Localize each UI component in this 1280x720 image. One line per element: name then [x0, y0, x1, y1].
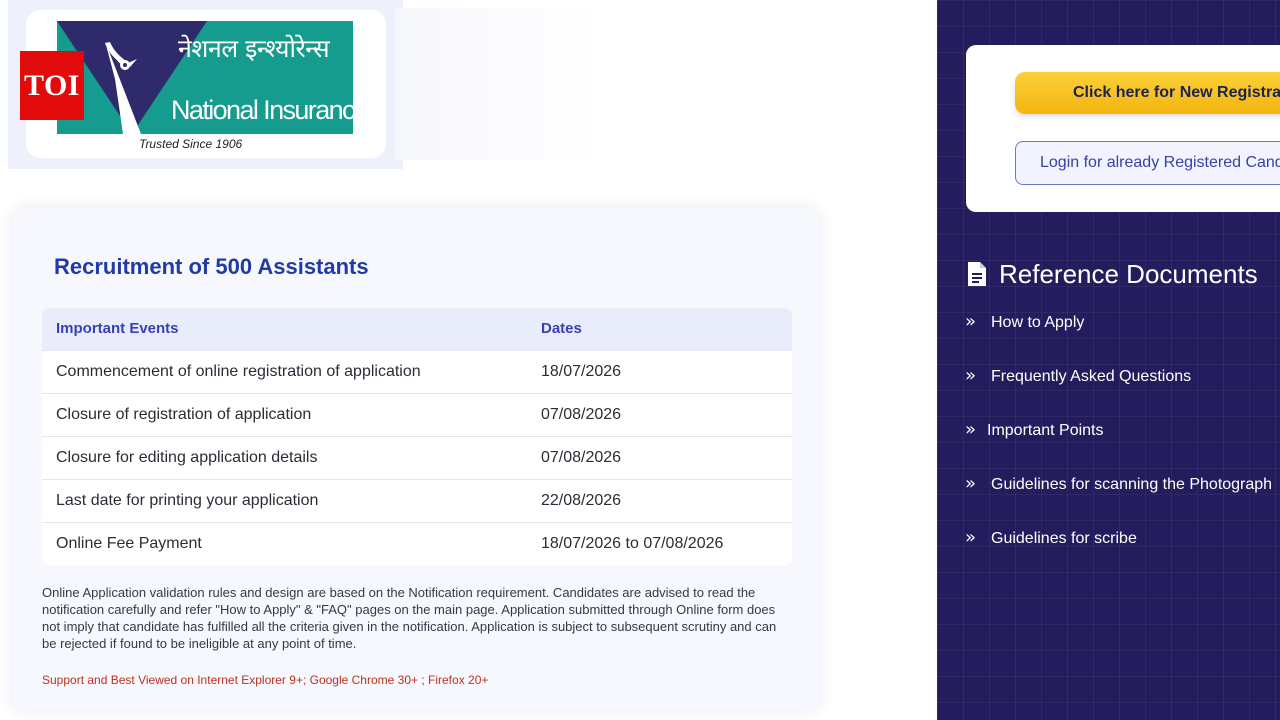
date-cell: 22/08/2026 — [527, 478, 792, 522]
reference-heading-text: Reference Documents — [999, 258, 1258, 289]
table-row: Last date for printing your application … — [42, 478, 792, 522]
reference-link-label: Guidelines for scribe — [991, 530, 1137, 547]
reference-link-scribe-guidelines[interactable]: » Guidelines for scribe — [965, 528, 1272, 582]
reference-link-faq[interactable]: » Frequently Asked Questions — [965, 366, 1272, 420]
double-chevron-right-icon: » — [965, 473, 977, 494]
table-row: Closure for editing application details … — [42, 435, 792, 479]
registration-card: Click here for New Registration Login fo… — [966, 45, 1280, 212]
column-header-dates: Dates — [527, 308, 792, 350]
table-row: Online Fee Payment 18/07/2026 to 07/08/2… — [42, 521, 792, 565]
reference-link-label: How to Apply — [991, 314, 1085, 331]
event-cell: Commencement of online registration of a… — [42, 349, 527, 393]
double-chevron-right-icon: » — [965, 527, 977, 548]
toi-badge: TOI — [20, 51, 84, 120]
double-chevron-right-icon: » — [965, 311, 977, 332]
national-insurance-logo: नेशनल इन्श्योरेन्स National Insurance — [57, 21, 353, 134]
important-events-table: Important Events Dates Commencement of o… — [42, 308, 792, 565]
browser-support-note: Support and Best Viewed on Internet Expl… — [42, 673, 489, 687]
table-row: Commencement of online registration of a… — [42, 349, 792, 393]
reference-link-how-to-apply[interactable]: » How to Apply — [965, 312, 1272, 366]
date-cell: 07/08/2026 — [527, 435, 792, 479]
date-cell: 07/08/2026 — [527, 392, 792, 436]
logo-english-name: National Insurance — [171, 95, 353, 125]
recruitment-card: Recruitment of 500 Assistants Important … — [12, 208, 820, 711]
table-header-row: Important Events Dates — [42, 308, 792, 350]
event-cell: Closure of registration of application — [42, 392, 527, 436]
double-chevron-right-icon: » — [965, 365, 977, 386]
table-row: Closure of registration of application 0… — [42, 392, 792, 436]
reference-documents-heading: Reference Documents — [967, 258, 1258, 290]
reference-links: » How to Apply » Frequently Asked Questi… — [965, 312, 1272, 582]
column-header-events: Important Events — [42, 308, 527, 350]
reference-link-label: Guidelines for scanning the Photograph — [991, 476, 1273, 493]
new-registration-button[interactable]: Click here for New Registration — [1015, 72, 1280, 114]
date-cell: 18/07/2026 — [527, 349, 792, 393]
double-chevron-right-icon: » — [965, 419, 977, 440]
page-title: Recruitment of 500 Assistants — [54, 254, 369, 279]
reference-link-label: Frequently Asked Questions — [991, 368, 1192, 385]
date-cell: 18/07/2026 to 07/08/2026 — [527, 521, 792, 565]
logo-tagline: Trusted Since 1906 — [139, 137, 243, 151]
event-cell: Last date for printing your application — [42, 478, 527, 522]
reference-link-label: Important Points — [987, 422, 1104, 439]
login-button[interactable]: Login for already Registered Candidates — [1015, 141, 1280, 185]
right-sidebar: Click here for New Registration Login fo… — [937, 0, 1280, 720]
logo-fade — [395, 8, 600, 160]
event-cell: Closure for editing application details — [42, 435, 527, 479]
reference-link-photo-guidelines[interactable]: » Guidelines for scanning the Photograph — [965, 474, 1272, 528]
reference-link-important-points[interactable]: » Important Points — [965, 420, 1272, 474]
event-cell: Online Fee Payment — [42, 521, 527, 565]
logo-hindi-name: नेशनल इन्श्योरेन्स — [178, 34, 330, 63]
document-icon — [968, 262, 986, 286]
application-note: Online Application validation rules and … — [42, 585, 777, 651]
